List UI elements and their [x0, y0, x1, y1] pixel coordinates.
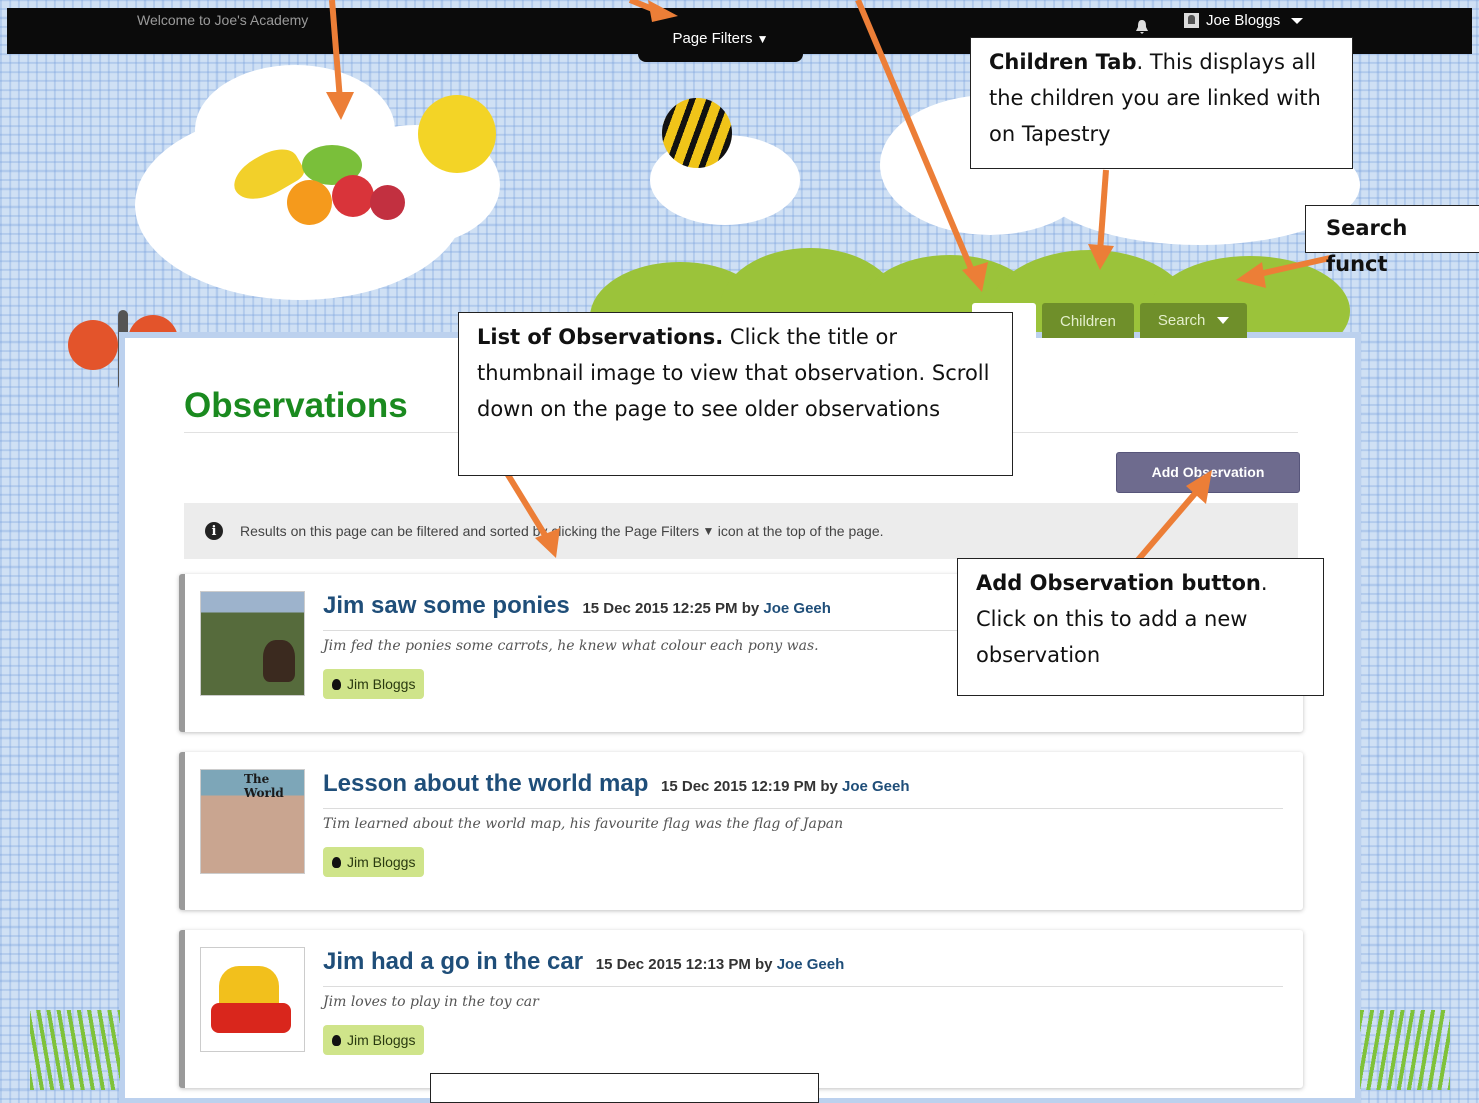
- observation-title-link[interactable]: Jim had a go in the car 15 Dec 2015 12:1…: [323, 948, 844, 976]
- observation-title-link[interactable]: Lesson about the world map 15 Dec 2015 1…: [323, 770, 910, 798]
- callout-search: Search funct: [1305, 205, 1479, 276]
- child-name: Jim Bloggs: [347, 854, 416, 870]
- observation-title: Jim had a go in the car: [323, 948, 584, 975]
- user-name: Joe Bloggs: [1206, 12, 1281, 29]
- observation-date: 15 Dec 2015 12:13 PM: [595, 956, 751, 973]
- observation-author-link[interactable]: Joe Geeh: [842, 778, 910, 795]
- child-name: Jim Bloggs: [347, 1032, 416, 1048]
- bell-icon[interactable]: [1136, 20, 1148, 34]
- observation-meta: 15 Dec 2015 12:25 PM by Joe Geeh: [582, 600, 831, 617]
- observation-meta: 15 Dec 2015 12:19 PM by Joe Geeh: [661, 778, 910, 795]
- fruit-bowl-image: [226, 140, 412, 235]
- observation-description: Tim learned about the world map, his fav…: [323, 816, 844, 832]
- child-tag[interactable]: Jim Bloggs: [323, 669, 425, 699]
- toy-car-body: [211, 1003, 291, 1033]
- info-icon: i: [205, 522, 223, 540]
- tab-children[interactable]: Children: [1042, 303, 1134, 338]
- tab-search-label: Search: [1157, 312, 1206, 329]
- callout-partial: [430, 1073, 819, 1103]
- pony-icon: [263, 640, 295, 682]
- observation-author-link[interactable]: Joe Geeh: [777, 956, 845, 973]
- chevron-down-icon: ▼: [756, 32, 769, 46]
- divider: [323, 808, 1283, 809]
- observation-title-link[interactable]: Jim saw some ponies 15 Dec 2015 12:25 PM…: [323, 592, 831, 620]
- observation-thumbnail[interactable]: The World: [200, 769, 305, 874]
- info-banner: i Results on this page can be filtered a…: [184, 503, 1298, 559]
- observation-card: The World Lesson about the world map 15 …: [179, 752, 1303, 910]
- callout-add: Add Observation button. Click on this to…: [957, 558, 1324, 696]
- observation-meta: 15 Dec 2015 12:13 PM by Joe Geeh: [596, 956, 845, 973]
- observation-date: 15 Dec 2015 12:19 PM: [661, 778, 817, 795]
- child-tag[interactable]: Jim Bloggs: [323, 847, 425, 877]
- grass-decoration: [30, 1010, 120, 1090]
- observation-description: Jim loves to play in the toy car: [323, 994, 539, 1010]
- observation-thumbnail[interactable]: [200, 591, 305, 696]
- chevron-down-icon: ▼: [699, 524, 718, 538]
- thumbnail-caption: The World: [244, 772, 284, 800]
- observation-by: by: [755, 956, 773, 973]
- observation-author-link[interactable]: Joe Geeh: [763, 600, 831, 617]
- sun-icon: [418, 95, 496, 173]
- observation-by: by: [820, 778, 838, 795]
- observation-title: Lesson about the world map: [323, 770, 649, 797]
- add-observation-button[interactable]: Add Observation: [1116, 452, 1300, 493]
- welcome-text: Welcome to Joe's Academy: [137, 12, 309, 28]
- divider: [323, 986, 1283, 987]
- callout-bold: Children Tab: [989, 50, 1137, 74]
- callout-children-tab: Children Tab. This displays all the chil…: [970, 37, 1353, 169]
- caret-down-icon: [1217, 317, 1230, 324]
- tab-bar: s Children Search: [972, 303, 1248, 338]
- observation-title: Jim saw some ponies: [323, 592, 570, 619]
- callout-list: List of Observations. Click the title or…: [458, 312, 1013, 476]
- callout-bold: List of Observations.: [477, 325, 724, 349]
- child-tag[interactable]: Jim Bloggs: [323, 1025, 425, 1055]
- observation-date: 15 Dec 2015 12:25 PM: [582, 600, 738, 617]
- child-head-icon: [332, 856, 341, 868]
- observation-description: Jim fed the ponies some carrots, he knew…: [323, 638, 819, 654]
- user-avatar-icon: [1184, 13, 1199, 28]
- callout-bold: Search funct: [1326, 216, 1408, 276]
- user-menu[interactable]: Joe Bloggs: [1184, 12, 1304, 29]
- observation-card: Jim had a go in the car 15 Dec 2015 12:1…: [179, 930, 1303, 1088]
- page-filters-label: Page Filters: [672, 30, 753, 47]
- grass-decoration: [1360, 1010, 1450, 1090]
- tab-search[interactable]: Search: [1139, 303, 1248, 338]
- child-head-icon: [332, 678, 341, 690]
- callout-bold: Add Observation button: [976, 571, 1261, 595]
- observation-thumbnail[interactable]: [200, 947, 305, 1052]
- caret-down-icon: [1291, 17, 1304, 24]
- page-filters-button[interactable]: Page Filters ▼: [638, 20, 803, 62]
- child-name: Jim Bloggs: [347, 676, 416, 692]
- info-text-before: Results on this page can be filtered and…: [240, 523, 700, 539]
- page-title: Observations: [184, 386, 408, 425]
- info-text-after: icon at the top of the page.: [717, 523, 884, 539]
- child-head-icon: [332, 1034, 341, 1046]
- observation-by: by: [741, 600, 760, 617]
- bee-icon: [662, 98, 732, 168]
